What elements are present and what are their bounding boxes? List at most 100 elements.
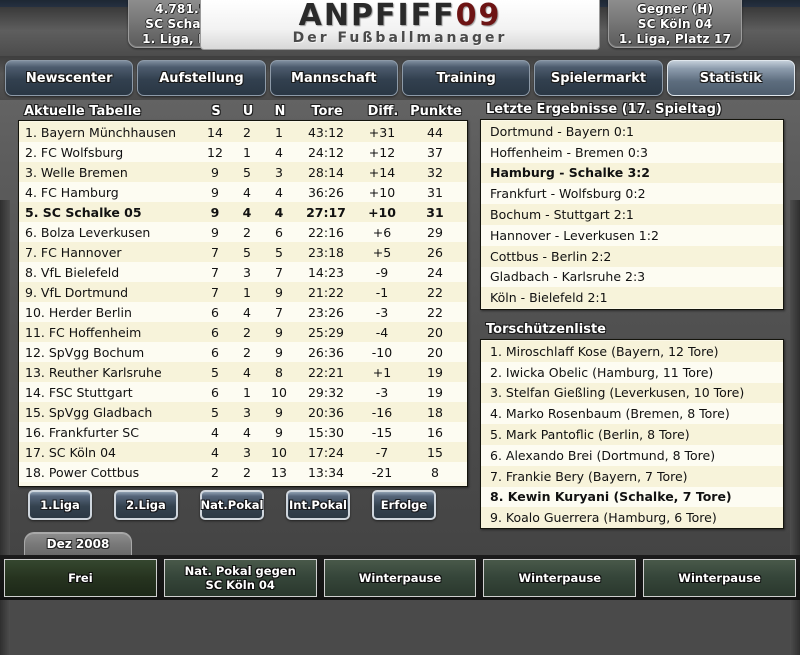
scorer-row[interactable]: 7. Frankie Bery (Bayern, 7 Tore) [481, 465, 783, 487]
team: 3. Welle Bremen [25, 164, 128, 180]
nav-tab-label: Aufstellung [159, 70, 244, 86]
cell-tore: 13:34 [307, 464, 345, 480]
standings-row[interactable]: 7. FC Hannover 7 5 5 23:18 +5 26 [19, 242, 467, 262]
schedule-slot[interactable]: Winterpause [323, 558, 477, 597]
scorer-row[interactable]: 3. Stelfan Gießling (Leverkusen, 10 Tore… [481, 382, 783, 404]
results-title: Letzte Ergebnisse (17. Spieltag) [486, 102, 722, 117]
cell-punkte: 31 [427, 184, 443, 200]
cell-diff: -4 [375, 324, 389, 340]
standings-row[interactable]: 3. Welle Bremen 9 5 3 28:14 +14 32 [19, 162, 467, 183]
result-row[interactable]: Cottbus - Berlin 2:2 [481, 245, 783, 267]
cell-punkte: 32 [427, 164, 443, 180]
standings-row[interactable]: 9. VfL Dortmund 7 1 9 21:22 -1 22 [19, 282, 467, 302]
cell-diff: -1 [375, 284, 389, 300]
schedule-slot[interactable]: Winterpause [483, 558, 637, 597]
cell-diff: +10 [368, 184, 396, 200]
schedule-slot-label: Nat. Pokal gegen SC Köln 04 [184, 563, 296, 592]
logo-subtitle: Der Fußballmanager [292, 30, 508, 46]
cell-u: 3 [243, 404, 251, 420]
cell-u: 2 [243, 464, 251, 480]
scorer-row[interactable]: 2. Iwicka Obelic (Hamburg, 11 Tore) [481, 361, 783, 383]
scorer-row[interactable]: 9. Koalo Guerrera (Hamburg, 6 Tore) [481, 507, 783, 529]
result-row[interactable]: Frankfurt - Wolfsburg 0:2 [481, 183, 783, 205]
schedule-slot-label: Frei [68, 570, 93, 585]
schedule-slot[interactable]: Nat. Pokal gegen SC Köln 04 [163, 558, 317, 597]
content-area: Aktuelle Tabelle S U N Tore Diff. Punkte… [0, 100, 800, 655]
standings-row[interactable]: 13. Reuther Karlsruhe 5 4 8 22:21 +1 19 [19, 362, 467, 382]
standings-row[interactable]: 5. SC Schalke 05 9 4 4 27:17 +10 31 [19, 202, 467, 222]
standings-row[interactable]: 11. FC Hoffenheim 6 2 9 25:29 -4 20 [19, 322, 467, 342]
schedule-slot[interactable]: Winterpause [643, 558, 796, 597]
cell-s: 7 [211, 284, 219, 300]
standings-row[interactable]: 2. FC Wolfsburg 12 1 4 24:12 +12 37 [19, 142, 467, 162]
filter-button-erfolge[interactable]: Erfolge [372, 490, 436, 520]
result-row[interactable]: Gladbach - Karlsruhe 2:3 [481, 266, 783, 288]
result-row[interactable]: Hamburg - Schalke 3:2 [481, 162, 783, 184]
cell-s: 14 [207, 124, 223, 140]
cell-n: 9 [275, 404, 283, 420]
nav-tab-statistik[interactable]: Statistik [666, 60, 795, 96]
filter-button-int-pokal[interactable]: Int.Pokal [286, 490, 350, 520]
cell-u: 2 [243, 324, 251, 340]
nav-tab-spielermarkt[interactable]: Spielermarkt [534, 60, 663, 96]
nav-tab-label: Spielermarkt [550, 70, 647, 86]
cell-punkte: 44 [427, 124, 443, 140]
nav-tab-training[interactable]: Training [401, 60, 531, 96]
standings-row[interactable]: 1. Bayern Münchhausen 14 2 1 43:12 +31 44 [19, 122, 467, 142]
standings-row[interactable]: 18. Power Cottbus 2 2 13 13:34 -21 8 [19, 462, 467, 482]
cell-tore: 21:22 [307, 284, 345, 300]
standings-row[interactable]: 16. Frankfurter SC 4 4 9 15:30 -15 16 [19, 422, 467, 442]
scorer-row[interactable]: 6. Alexando Brei (Dortmund, 8 Tore) [481, 444, 783, 466]
standings-row[interactable]: 12. SpVgg Bochum 6 2 9 26:36 -10 20 [19, 342, 467, 362]
month-tab[interactable]: Dez 2008 [24, 532, 132, 555]
nav-tab-newscenter[interactable]: Newscenter [5, 60, 134, 96]
scorers-title: Torschützenliste [486, 322, 606, 337]
results-list[interactable]: Dortmund - Bayern 0:1 Hoffenheim - Bremen… [480, 119, 784, 310]
cell-n: 5 [275, 244, 283, 260]
column-header-u: U [242, 104, 254, 119]
scorer-row[interactable]: 1. Miroschlaff Kose (Bayern, 12 Tore) [481, 341, 783, 362]
nav-tab-mannschaft[interactable]: Mannschaft [269, 60, 398, 96]
nav-tab-aufstellung[interactable]: Aufstellung [137, 60, 266, 96]
team: 6. Bolza Leverkusen [25, 224, 151, 240]
scorer-row[interactable]: 8. Kewin Kuryani (Schalke, 7 Tore) [481, 486, 783, 508]
standings-row[interactable]: 14. FSC Stuttgart 6 1 10 29:32 -3 19 [19, 382, 467, 402]
cell-s: 9 [210, 204, 220, 220]
schedule-slot[interactable]: Frei [4, 558, 157, 597]
scorer-row[interactable]: 4. Marko Rosenbaum (Bremen, 8 Tore) [481, 403, 783, 425]
standings-table[interactable]: 1. Bayern Münchhausen 14 2 1 43:12 +31 44 2. FC… [18, 120, 468, 487]
filter-button-2-liga[interactable]: 2.Liga [114, 490, 178, 520]
cell-u: 3 [243, 264, 251, 280]
cell-tore: 26:36 [307, 344, 345, 360]
cell-punkte: 31 [426, 204, 444, 220]
result-row[interactable]: Köln - Bielefeld 2:1 [481, 287, 783, 309]
scorers-list[interactable]: 1. Miroschlaff Kose (Bayern, 12 Tore) 2. … [480, 339, 784, 529]
cell-n: 4 [274, 204, 284, 220]
column-header-n: N [274, 104, 286, 119]
cell-s: 6 [211, 384, 219, 400]
result-row[interactable]: Bochum - Stuttgart 2:1 [481, 204, 783, 225]
scorer-row[interactable]: 5. Mark Pantoflic (Berlin, 8 Tore) [481, 424, 783, 445]
cell-s: 12 [207, 144, 223, 160]
column-header-diff: Diff. [367, 104, 399, 119]
standings-row[interactable]: 6. Bolza Leverkusen 9 2 6 22:16 +6 29 [19, 222, 467, 243]
standings-row[interactable]: 17. SC Köln 04 4 3 10 17:24 -7 15 [19, 442, 467, 462]
standings-row[interactable]: 4. FC Hamburg 9 4 4 36:26 +10 31 [19, 182, 467, 202]
result-row[interactable]: Dortmund - Bayern 0:1 [481, 121, 783, 142]
standings-row[interactable]: 15. SpVgg Gladbach 5 3 9 20:36 -16 18 [19, 402, 467, 423]
filter-button-label: 2.Liga [126, 498, 166, 512]
cell-u: 3 [243, 444, 251, 460]
filter-button-1-liga[interactable]: 1.Liga [28, 490, 92, 520]
cell-tore: 22:21 [307, 364, 345, 380]
filter-button-nat-pokal[interactable]: Nat.Pokal [200, 490, 264, 520]
result-row[interactable]: Hoffenheim - Bremen 0:3 [481, 141, 783, 163]
cell-diff: +31 [368, 124, 396, 140]
standings-row[interactable]: 10. Herder Berlin 6 4 7 23:26 -3 22 [19, 302, 467, 322]
cell-punkte: 20 [427, 344, 443, 360]
cell-diff: +6 [372, 224, 392, 240]
team: 7. FC Hannover [25, 244, 122, 260]
cell-punkte: 24 [427, 264, 443, 280]
team: 12. SpVgg Bochum [25, 344, 145, 360]
standings-row[interactable]: 8. VfL Bielefeld 7 3 7 14:23 -9 24 [19, 262, 467, 282]
result-row[interactable]: Hannover - Leverkusen 1:2 [481, 224, 783, 246]
